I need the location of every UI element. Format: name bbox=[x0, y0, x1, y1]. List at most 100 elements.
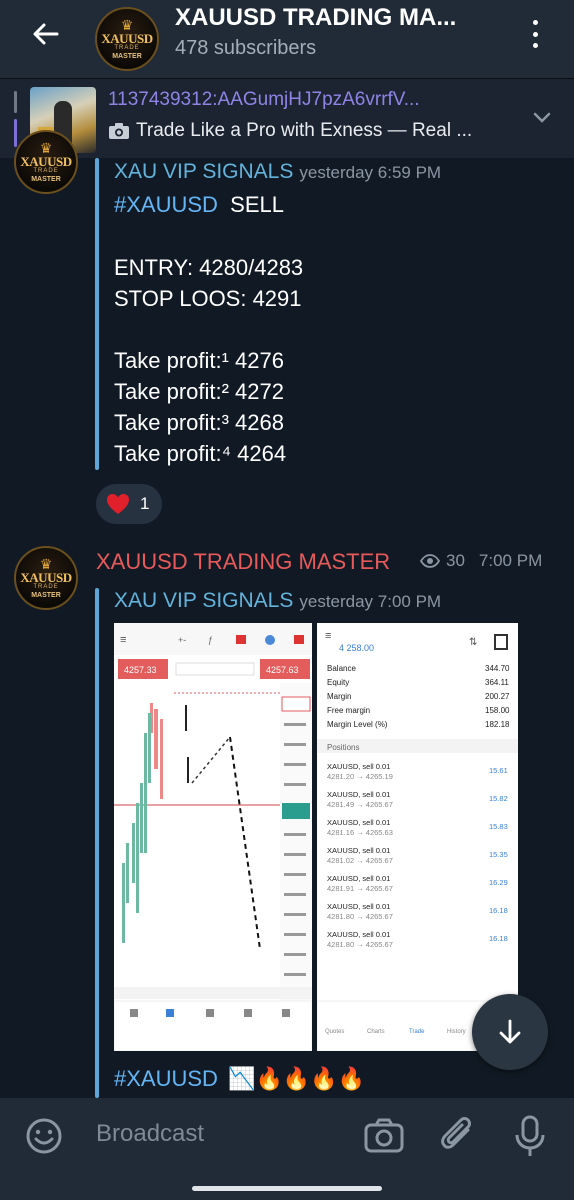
take-profit-1: Take profit:¹ 4276 bbox=[114, 348, 284, 373]
dot-icon bbox=[532, 20, 538, 25]
svg-text:16.18: 16.18 bbox=[489, 934, 508, 943]
reaction-chip[interactable]: 1 bbox=[96, 484, 162, 524]
svg-text:15.61: 15.61 bbox=[489, 766, 508, 775]
svg-text:XAUUSD, sell 0.01: XAUUSD, sell 0.01 bbox=[327, 930, 390, 939]
svg-text:4281.02 → 4265.67: 4281.02 → 4265.67 bbox=[327, 856, 393, 865]
pin-indicator-active bbox=[14, 119, 17, 147]
dot-icon bbox=[532, 31, 538, 37]
svg-text:Equity: Equity bbox=[327, 678, 349, 687]
scroll-down-button[interactable] bbox=[472, 994, 548, 1070]
sender-avatar[interactable]: ♛ XAUUSD TRADE MASTER bbox=[14, 130, 78, 194]
forward-source[interactable]: XAU VIP SIGNALS yesterday 7:00 PM bbox=[114, 589, 441, 613]
svg-text:364.11: 364.11 bbox=[485, 678, 509, 687]
home-indicator bbox=[192, 1186, 382, 1191]
message-tag-line: #XAUUSD 📉🔥🔥🔥🔥 bbox=[114, 1066, 365, 1092]
svg-text:158.00: 158.00 bbox=[485, 706, 510, 715]
pinned-text: Trade Like a Pro with Exness — Real ... bbox=[136, 120, 473, 141]
trade-screenshot-graphic: ≡ 4 258.00 ⇅ Balance Equity Margin Free … bbox=[316, 623, 518, 1051]
composer-bar: Broadcast bbox=[0, 1098, 574, 1200]
svg-text:16.18: 16.18 bbox=[489, 906, 508, 915]
stop-loss-line: STOP LOOS: 4291 bbox=[114, 286, 302, 311]
heart-icon bbox=[107, 494, 129, 514]
svg-text:4281.20 → 4265.19: 4281.20 → 4265.19 bbox=[327, 772, 393, 781]
entry-line: ENTRY: 4280/4283 bbox=[114, 255, 304, 280]
svg-text:4281.49 → 4265.67: 4281.49 → 4265.67 bbox=[327, 800, 393, 809]
svg-text:≡: ≡ bbox=[325, 630, 331, 642]
take-profit-4: Take profit:⁴ 4264 bbox=[114, 441, 287, 466]
eye-icon bbox=[420, 554, 440, 568]
svg-text:ƒ: ƒ bbox=[208, 635, 213, 645]
sell-price: 4257.33 bbox=[124, 665, 157, 675]
svg-text:182.18: 182.18 bbox=[485, 720, 510, 729]
svg-text:+-: +- bbox=[178, 635, 186, 645]
signal-action: SELL bbox=[230, 192, 284, 217]
back-button[interactable] bbox=[26, 14, 66, 54]
pinned-text-row[interactable]: Trade Like a Pro with Exness — Real ... bbox=[108, 120, 472, 142]
forward-source[interactable]: XAU VIP SIGNALS yesterday 6:59 PM bbox=[114, 160, 441, 184]
sender-avatar[interactable]: ♛ XAUUSD TRADE MASTER bbox=[14, 546, 78, 610]
svg-text:⇅: ⇅ bbox=[469, 637, 477, 648]
chart-screenshot-graphic: ≡ +- ƒ 4257.33 4257.63 bbox=[114, 623, 313, 1051]
sender-name[interactable]: XAUUSD TRADING MASTER bbox=[96, 549, 390, 575]
message-hashtag-line: #XAUUSD SELL bbox=[114, 192, 284, 218]
chat-header: ♛ XAUUSD TRADE MASTER XAUUSD TRADING MA.… bbox=[0, 0, 574, 78]
view-count: 30 bbox=[446, 551, 465, 570]
message-input[interactable]: Broadcast bbox=[96, 1120, 204, 1148]
channel-title[interactable]: XAUUSD TRADING MA... bbox=[175, 4, 456, 32]
forward-time: yesterday 6:59 PM bbox=[299, 163, 442, 182]
svg-text:4281.80 → 4265.67: 4281.80 → 4265.67 bbox=[327, 940, 393, 949]
pinned-title[interactable]: 1137439312:AAGumjHJ7pzA6vrrfV... bbox=[108, 89, 420, 111]
svg-text:XAUUSD, sell 0.01: XAUUSD, sell 0.01 bbox=[327, 874, 390, 883]
svg-text:XAUUSD, sell 0.01: XAUUSD, sell 0.01 bbox=[327, 902, 390, 911]
channel-avatar[interactable]: ♛ XAUUSD TRADE MASTER bbox=[95, 7, 159, 71]
svg-text:XAUUSD, sell 0.01: XAUUSD, sell 0.01 bbox=[327, 818, 390, 827]
take-profit-2: Take profit:² 4272 bbox=[114, 379, 284, 404]
more-menu-button[interactable] bbox=[520, 16, 550, 52]
trade-header-value: 4 258.00 bbox=[339, 643, 374, 653]
pin-indicator bbox=[14, 91, 17, 113]
arrow-left-icon bbox=[33, 23, 59, 45]
arrow-down-icon bbox=[499, 1019, 521, 1044]
chevron-down-icon[interactable] bbox=[530, 106, 554, 130]
svg-text:Free margin: Free margin bbox=[327, 706, 370, 715]
emoji-string: 📉🔥🔥🔥🔥 bbox=[228, 1066, 366, 1091]
svg-text:15.83: 15.83 bbox=[489, 822, 508, 831]
paperclip-icon[interactable] bbox=[438, 1114, 478, 1158]
svg-text:Quotes: Quotes bbox=[325, 1029, 344, 1035]
svg-text:344.70: 344.70 bbox=[485, 664, 510, 673]
hashtag-link[interactable]: #XAUUSD bbox=[114, 192, 218, 217]
hashtag-link[interactable]: #XAUUSD bbox=[114, 1066, 218, 1092]
svg-text:Balance: Balance bbox=[327, 664, 356, 673]
take-profit-3: Take profit:³ 4268 bbox=[114, 410, 284, 435]
positions-list: XAUUSD, sell 0.01 4281.20 → 4265.19 15.6… bbox=[327, 762, 508, 949]
forward-time: yesterday 7:00 PM bbox=[299, 592, 442, 611]
svg-text:Margin Level (%): Margin Level (%) bbox=[327, 720, 388, 729]
microphone-icon[interactable] bbox=[512, 1114, 548, 1158]
svg-text:≡: ≡ bbox=[120, 634, 126, 646]
camera-icon bbox=[109, 123, 129, 139]
svg-text:4281.91 → 4265.67: 4281.91 → 4265.67 bbox=[327, 884, 393, 893]
forward-quote-bar bbox=[95, 158, 99, 470]
trade-positions-screenshot: ≡ 4 258.00 ⇅ Balance Equity Margin Free … bbox=[316, 623, 518, 1051]
svg-text:Charts: Charts bbox=[367, 1029, 385, 1035]
svg-text:Margin: Margin bbox=[327, 692, 351, 701]
svg-text:4281.80 → 4265.67: 4281.80 → 4265.67 bbox=[327, 912, 393, 921]
forward-quote-bar bbox=[95, 588, 99, 1098]
svg-text:15.35: 15.35 bbox=[489, 850, 508, 859]
message-time: 7:00 PM bbox=[478, 551, 543, 570]
account-summary: Balance Equity Margin Free margin Margin… bbox=[327, 664, 510, 729]
chart-screenshot: ≡ +- ƒ 4257.33 4257.63 bbox=[114, 623, 313, 1051]
svg-text:XAUUSD, sell 0.01: XAUUSD, sell 0.01 bbox=[327, 790, 390, 799]
camera-icon[interactable] bbox=[362, 1116, 406, 1156]
svg-text:16.29: 16.29 bbox=[489, 878, 508, 887]
trade-screenshot-image[interactable]: ≡ +- ƒ 4257.33 4257.63 ≡ 4 258.00 ⇅ Bala… bbox=[114, 623, 518, 1051]
message-meta: 30 7:00 PM bbox=[420, 551, 542, 571]
dot-icon bbox=[532, 43, 538, 48]
svg-text:XAUUSD, sell 0.01: XAUUSD, sell 0.01 bbox=[327, 762, 390, 771]
positions-heading: Positions bbox=[327, 743, 359, 752]
emoji-icon[interactable] bbox=[24, 1116, 64, 1156]
svg-text:200.27: 200.27 bbox=[485, 692, 510, 701]
buy-price: 4257.63 bbox=[266, 665, 299, 675]
reaction-count: 1 bbox=[140, 494, 150, 513]
svg-text:Trade: Trade bbox=[409, 1029, 425, 1035]
